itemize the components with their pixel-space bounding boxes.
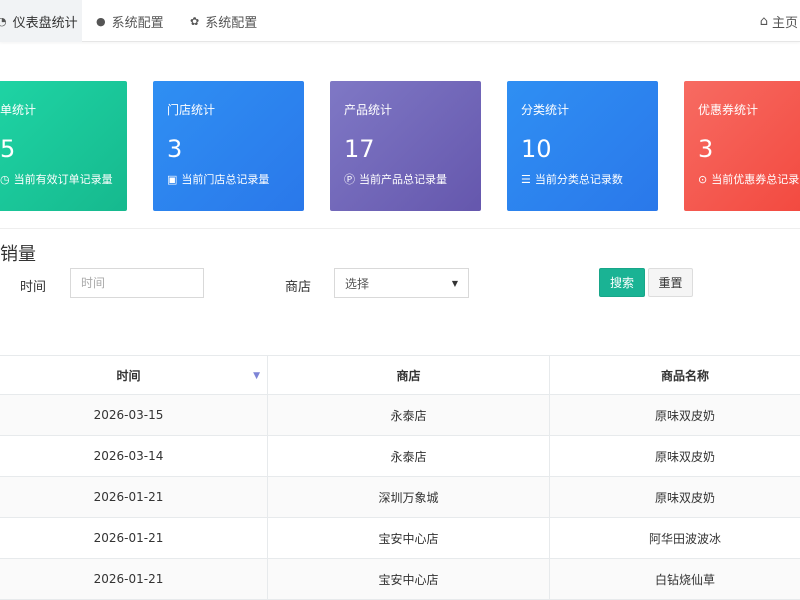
section-divider (0, 228, 800, 229)
table-header: 时间 ▼ 商店 商品名称 (0, 355, 800, 395)
chevron-down-circle-icon: ⊙ (698, 172, 708, 186)
tab-dashboard-stats[interactable]: ◔ 仪表盘统计 (0, 0, 82, 42)
column-header-product[interactable]: 商品名称 (550, 356, 800, 394)
cell-store: 永泰店 (268, 436, 550, 476)
clock-icon: ◷ (0, 172, 10, 186)
cell-time: 2026-01-21 (0, 518, 268, 558)
card-desc: Ⓟ 当前产品总记录量 (344, 171, 447, 187)
cell-time: 2026-03-14 (0, 436, 268, 476)
list-icon: ☰ (521, 172, 531, 186)
tab-system-config[interactable]: ● 系统配置 (96, 0, 164, 42)
header-label: 商品名称 (660, 368, 709, 383)
cell-product: 白钻烧仙草 (654, 572, 715, 587)
card-desc-text: 当前产品总记录量 (359, 173, 447, 186)
header-label: 时间 (116, 368, 141, 383)
shopping-bag-icon: ▣ (167, 172, 178, 186)
card-title: 单统计 (0, 103, 37, 117)
card-value: 3 (698, 135, 714, 163)
dashboard-icon: ◔ (0, 14, 7, 28)
card-value: 3 (167, 135, 183, 163)
cell-time: 2026-01-21 (0, 559, 268, 599)
time-input[interactable] (70, 268, 204, 298)
column-header-store[interactable]: 商店 (268, 356, 550, 394)
cell-store: 宝安中心店 (268, 559, 550, 599)
tab-label: 系统配置 (111, 15, 164, 31)
store-select[interactable]: 选择 ▼ (334, 268, 469, 298)
card-value: 17 (344, 135, 375, 163)
store-select-value: 选择 (345, 276, 370, 291)
home-label: 主页 (771, 15, 798, 31)
gear-icon: ✿ (190, 14, 200, 28)
table-row: 2026-01-21 深圳万象城 原味双皮奶 (0, 477, 800, 518)
table-row: 2026-01-21 宝安中心店 白钻烧仙草 (0, 559, 800, 600)
card-title: 产品统计 (344, 103, 393, 117)
table-row: 2026-03-15 永泰店 原味双皮奶 (0, 395, 800, 436)
card-desc: ⊙ 当前优惠券总记录 (698, 171, 799, 187)
tab-label: 系统配置 (205, 15, 258, 31)
header-label: 商店 (396, 368, 421, 383)
card-desc: ▣ 当前门店总记录量 (167, 171, 269, 187)
home-icon: ⌂ (759, 13, 768, 29)
cell-store: 深圳万象城 (268, 477, 550, 517)
section-title: 品销量 (0, 244, 36, 265)
cell-product: 原味双皮奶 (654, 449, 715, 464)
table-row: 2026-01-21 宝安中心店 阿华田波波冰 (0, 518, 800, 559)
cell-product: 原味双皮奶 (654, 490, 715, 505)
home-link[interactable]: ⌂ 主页 (760, 0, 800, 42)
sales-table: 时间 ▼ 商店 商品名称 2026-03-15 永泰店 原味双皮奶 2026-0… (0, 355, 800, 600)
card-title: 门店统计 (167, 103, 216, 117)
table-row: 2026-03-14 永泰店 原味双皮奶 (0, 436, 800, 477)
cell-product: 阿华田波波冰 (648, 531, 721, 546)
cell-time: 2026-01-21 (0, 477, 268, 517)
card-title: 分类统计 (521, 103, 570, 117)
order-stats-card: 单统计 5 ◷ 当前有效订单记录量 (0, 81, 127, 211)
coupon-stats-card: 优惠券统计 3 ⊙ 当前优惠券总记录 (684, 81, 800, 211)
card-desc: ☰ 当前分类总记录数 (521, 171, 623, 187)
card-desc-text: 当前优惠券总记录 (711, 173, 800, 186)
product-stats-card: 产品统计 17 Ⓟ 当前产品总记录量 (330, 81, 481, 211)
card-desc: ◷ 当前有效订单记录量 (0, 171, 113, 187)
time-label: 时间 (20, 280, 47, 295)
card-value: 10 (521, 135, 552, 163)
circle-icon: ● (96, 14, 106, 28)
card-desc-text: 当前分类总记录数 (534, 173, 623, 186)
product-p-icon: Ⓟ (344, 173, 355, 186)
reset-button[interactable]: 重置 (648, 268, 693, 297)
cell-product: 原味双皮奶 (654, 408, 715, 423)
card-title: 优惠券统计 (698, 103, 759, 117)
category-stats-card: 分类统计 10 ☰ 当前分类总记录数 (507, 81, 658, 211)
cell-store: 宝安中心店 (268, 518, 550, 558)
card-desc-text: 当前有效订单记录量 (13, 173, 113, 186)
store-stats-card: 门店统计 3 ▣ 当前门店总记录量 (153, 81, 304, 211)
tab-system-config-2[interactable]: ✿ 系统配置 (190, 0, 257, 42)
card-value: 5 (0, 135, 16, 163)
sort-desc-icon[interactable]: ▼ (253, 371, 260, 381)
store-label: 商店 (285, 280, 312, 295)
tab-label: 仪表盘统计 (12, 15, 78, 31)
column-header-time[interactable]: 时间 ▼ (0, 356, 268, 394)
card-desc-text: 当前门店总记录量 (181, 173, 270, 186)
caret-down-icon: ▼ (451, 278, 458, 288)
cell-store: 永泰店 (268, 395, 550, 435)
table-body: 2026-03-15 永泰店 原味双皮奶 2026-03-14 永泰店 原味双皮… (0, 395, 800, 600)
top-nav: ◔ 仪表盘统计 ● 系统配置 ✿ 系统配置 ⌂ 主页 (0, 0, 800, 42)
search-button[interactable]: 搜索 (599, 268, 645, 297)
cell-time: 2026-03-15 (0, 395, 268, 435)
